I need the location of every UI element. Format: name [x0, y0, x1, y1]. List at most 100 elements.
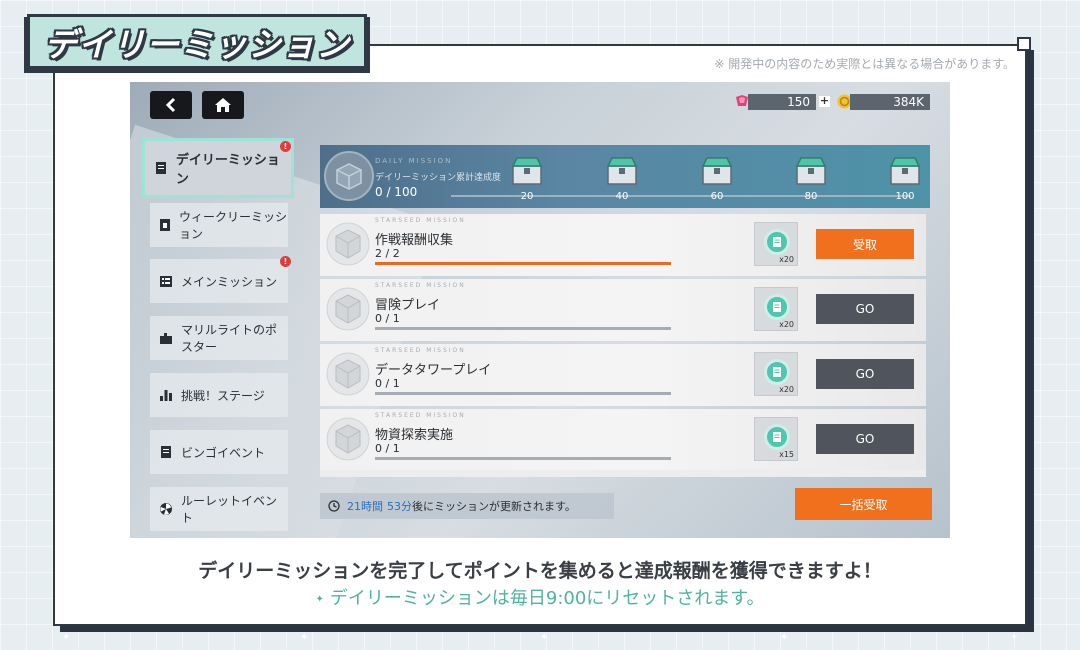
reward-quantity: x20 — [779, 255, 794, 264]
sparkle-icon: ✦ — [1010, 632, 1019, 643]
page-title: デイリーミッション — [44, 24, 350, 64]
ticket-coin-icon — [764, 359, 790, 385]
mission-progress: 0 / 1 — [375, 442, 400, 455]
go-button[interactable]: GO — [816, 294, 914, 324]
sidebar-item-label: ビンゴイベント — [181, 445, 266, 460]
list-icon — [160, 275, 172, 287]
reward-item[interactable]: x20 — [754, 352, 798, 396]
mission-name: 冒険プレイ — [375, 298, 441, 313]
sidebar-item-label: 挑戦！ステージ — [181, 388, 265, 403]
mission-tag: STARSEED MISSION — [375, 347, 466, 354]
gem-count: 150 — [748, 94, 816, 110]
ticket-coin-icon — [764, 294, 790, 320]
calendar-icon — [160, 219, 170, 231]
mission-progress-bar — [375, 392, 671, 395]
reward-quantity: x20 — [779, 385, 794, 394]
progress-tag: DAILY MISSION — [375, 157, 453, 165]
mission-name: 物資探索実施 — [375, 428, 454, 443]
disclaimer: ※ 開発中の内容のため実際とは異なる場合があります。 — [714, 57, 1015, 71]
ticket-coin-icon — [764, 229, 790, 255]
sidebar-item-label: ウィークリーミッション — [179, 210, 288, 241]
milestone-label: 60 — [710, 191, 724, 202]
home-icon — [215, 98, 231, 112]
cube-icon — [326, 287, 370, 331]
sidebar-item-daily[interactable]: デイリーミッション — [142, 138, 294, 198]
reward-quantity: x20 — [779, 320, 794, 329]
frame-corner-decoration — [1017, 37, 1031, 51]
daily-progress-panel: DAILY MISSION デイリーミッション累計達成度 0 / 100 20 … — [320, 145, 930, 208]
milestone-label: 40 — [615, 191, 629, 202]
mission-progress-bar — [375, 262, 671, 265]
mission-tag: STARSEED MISSION — [375, 282, 466, 289]
sparkle-icon: ✦ — [780, 632, 789, 643]
reset-timer: 21時間 53分 後にミッションが更新されます。 — [320, 493, 614, 519]
clock-icon — [328, 500, 340, 512]
reward-chest[interactable] — [700, 153, 734, 187]
document-icon — [160, 446, 172, 458]
mission-row: STARSEED MISSION 作戦報酬収集 2 / 2 x20 受取 — [320, 214, 926, 276]
add-gem-button[interactable]: + — [819, 95, 830, 107]
gold-count: 384K — [850, 94, 930, 110]
mission-progress-bar — [375, 327, 671, 330]
game-screen: 150 + 384K デイリーミッション ! ウィークリーミッション メインミッ… — [130, 82, 950, 538]
mission-name: 作戦報酬収集 — [375, 233, 454, 248]
reward-chest[interactable] — [888, 153, 922, 187]
mission-row: STARSEED MISSION データタワープレイ 0 / 1 x20 GO — [320, 344, 926, 406]
claim-button[interactable]: 受取 — [816, 229, 914, 259]
mission-progress: 0 / 1 — [375, 377, 400, 390]
reset-note: ✦ デイリーミッションは毎日9:00にリセットされます。 — [60, 584, 1020, 610]
timer-minutes: 53分 — [387, 500, 412, 513]
progress-value: 0 / 100 — [375, 185, 418, 199]
alert-badge: ! — [280, 141, 291, 152]
sidebar-item-main[interactable]: メインミッション — [150, 259, 288, 303]
mission-tag: STARSEED MISSION — [375, 217, 466, 224]
sparkle-icon: ✦ — [300, 632, 309, 643]
reward-chest[interactable] — [794, 153, 828, 187]
puzzle-icon — [160, 332, 172, 344]
timer-suffix: 後にミッションが更新されます。 — [412, 500, 576, 513]
mission-progress: 0 / 1 — [375, 312, 400, 325]
sidebar-item-poster[interactable]: マリルライトのポスター — [150, 316, 288, 360]
cube-icon — [324, 151, 374, 201]
mission-list-next-row — [320, 470, 926, 477]
mission-row: STARSEED MISSION 冒険プレイ 0 / 1 x20 GO — [320, 279, 926, 341]
sidebar-item-bingo[interactable]: ビンゴイベント — [150, 430, 288, 474]
go-button[interactable]: GO — [816, 424, 914, 454]
sparkle-icon: ✦ — [62, 632, 71, 643]
sidebar-item-challenge[interactable]: 挑戦！ステージ — [150, 373, 288, 417]
mission-tag: STARSEED MISSION — [375, 412, 466, 419]
ticket-coin-icon — [764, 424, 790, 450]
cube-icon — [326, 352, 370, 396]
mission-progress-bar — [375, 457, 671, 460]
progress-label: デイリーミッション累計達成度 — [375, 173, 502, 183]
reward-item[interactable]: x20 — [754, 287, 798, 331]
cube-icon — [326, 417, 370, 461]
sidebar-item-label: ルーレットイベント — [181, 494, 278, 525]
alert-badge: ! — [280, 256, 291, 267]
sidebar-item-label: メインミッション — [181, 274, 278, 289]
reward-chest[interactable] — [605, 153, 639, 187]
sidebar-item-label: デイリーミッション — [175, 153, 280, 187]
milestone-label: 100 — [895, 191, 915, 202]
roulette-icon — [160, 503, 172, 515]
mission-progress: 2 / 2 — [375, 247, 400, 260]
mission-name: データタワープレイ — [375, 363, 492, 378]
claim-all-button[interactable]: 一括受取 — [795, 488, 932, 520]
title-tab: デイリーミッション — [27, 14, 367, 69]
star-icon: ✦ — [315, 593, 324, 605]
bar-chart-icon — [160, 389, 172, 401]
reward-item[interactable]: x20 — [754, 222, 798, 266]
sidebar-item-weekly[interactable]: ウィークリーミッション — [150, 203, 288, 247]
sidebar-item-roulette[interactable]: ルーレットイベント — [150, 487, 288, 531]
back-button[interactable] — [150, 91, 192, 119]
mission-row: STARSEED MISSION 物資探索実施 0 / 1 x15 GO — [320, 409, 926, 471]
cube-icon — [326, 222, 370, 266]
home-button[interactable] — [202, 91, 244, 119]
reward-chest[interactable] — [510, 153, 544, 187]
milestone-label: 20 — [520, 191, 534, 202]
sidebar-item-label: マリルライトのポスター — [181, 323, 278, 354]
go-button[interactable]: GO — [816, 359, 914, 389]
reward-item[interactable]: x15 — [754, 417, 798, 461]
reward-quantity: x15 — [779, 450, 794, 459]
document-icon — [155, 162, 167, 174]
